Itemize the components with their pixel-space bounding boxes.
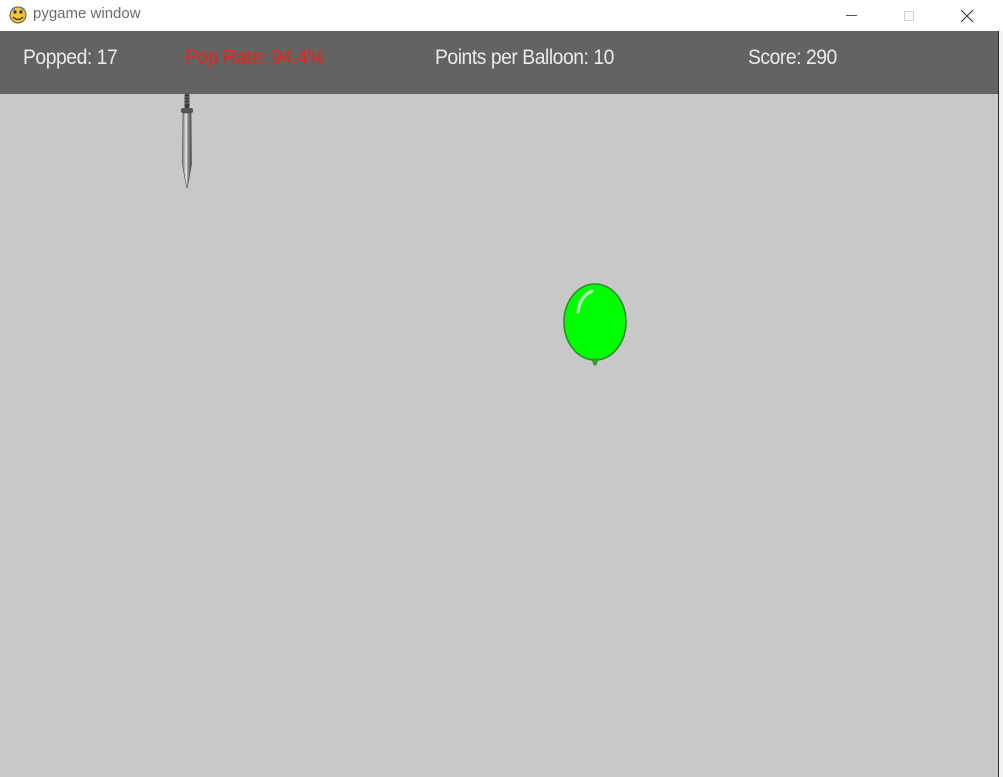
maximize-icon [904, 10, 914, 21]
game-canvas[interactable]: Popped: 17 Pop Rate: 94.4% Points per Ba… [0, 31, 998, 777]
window-edge [998, 31, 1003, 777]
popped-counter: Popped: 17 [23, 46, 118, 69]
balloon-icon[interactable] [560, 282, 630, 370]
score: Score: 290 [748, 46, 837, 69]
close-icon [960, 9, 974, 22]
close-button[interactable] [938, 0, 996, 31]
hud-bar: Popped: 17 Pop Rate: 94.4% Points per Ba… [0, 31, 998, 94]
knife-icon [181, 94, 193, 189]
pop-rate: Pop Rate: 94.4% [185, 46, 325, 69]
minimize-button[interactable] [822, 0, 880, 31]
minimize-icon [845, 15, 857, 16]
maximize-button[interactable] [880, 0, 938, 31]
points-per-balloon: Points per Balloon: 10 [435, 46, 614, 69]
pygame-snake-icon [9, 6, 27, 24]
title-bar[interactable]: pygame window [0, 0, 1003, 31]
pygame-window: pygame window Popped: 17 Pop Rate: 94.4%… [0, 0, 1003, 777]
window-title: pygame window [33, 5, 141, 22]
